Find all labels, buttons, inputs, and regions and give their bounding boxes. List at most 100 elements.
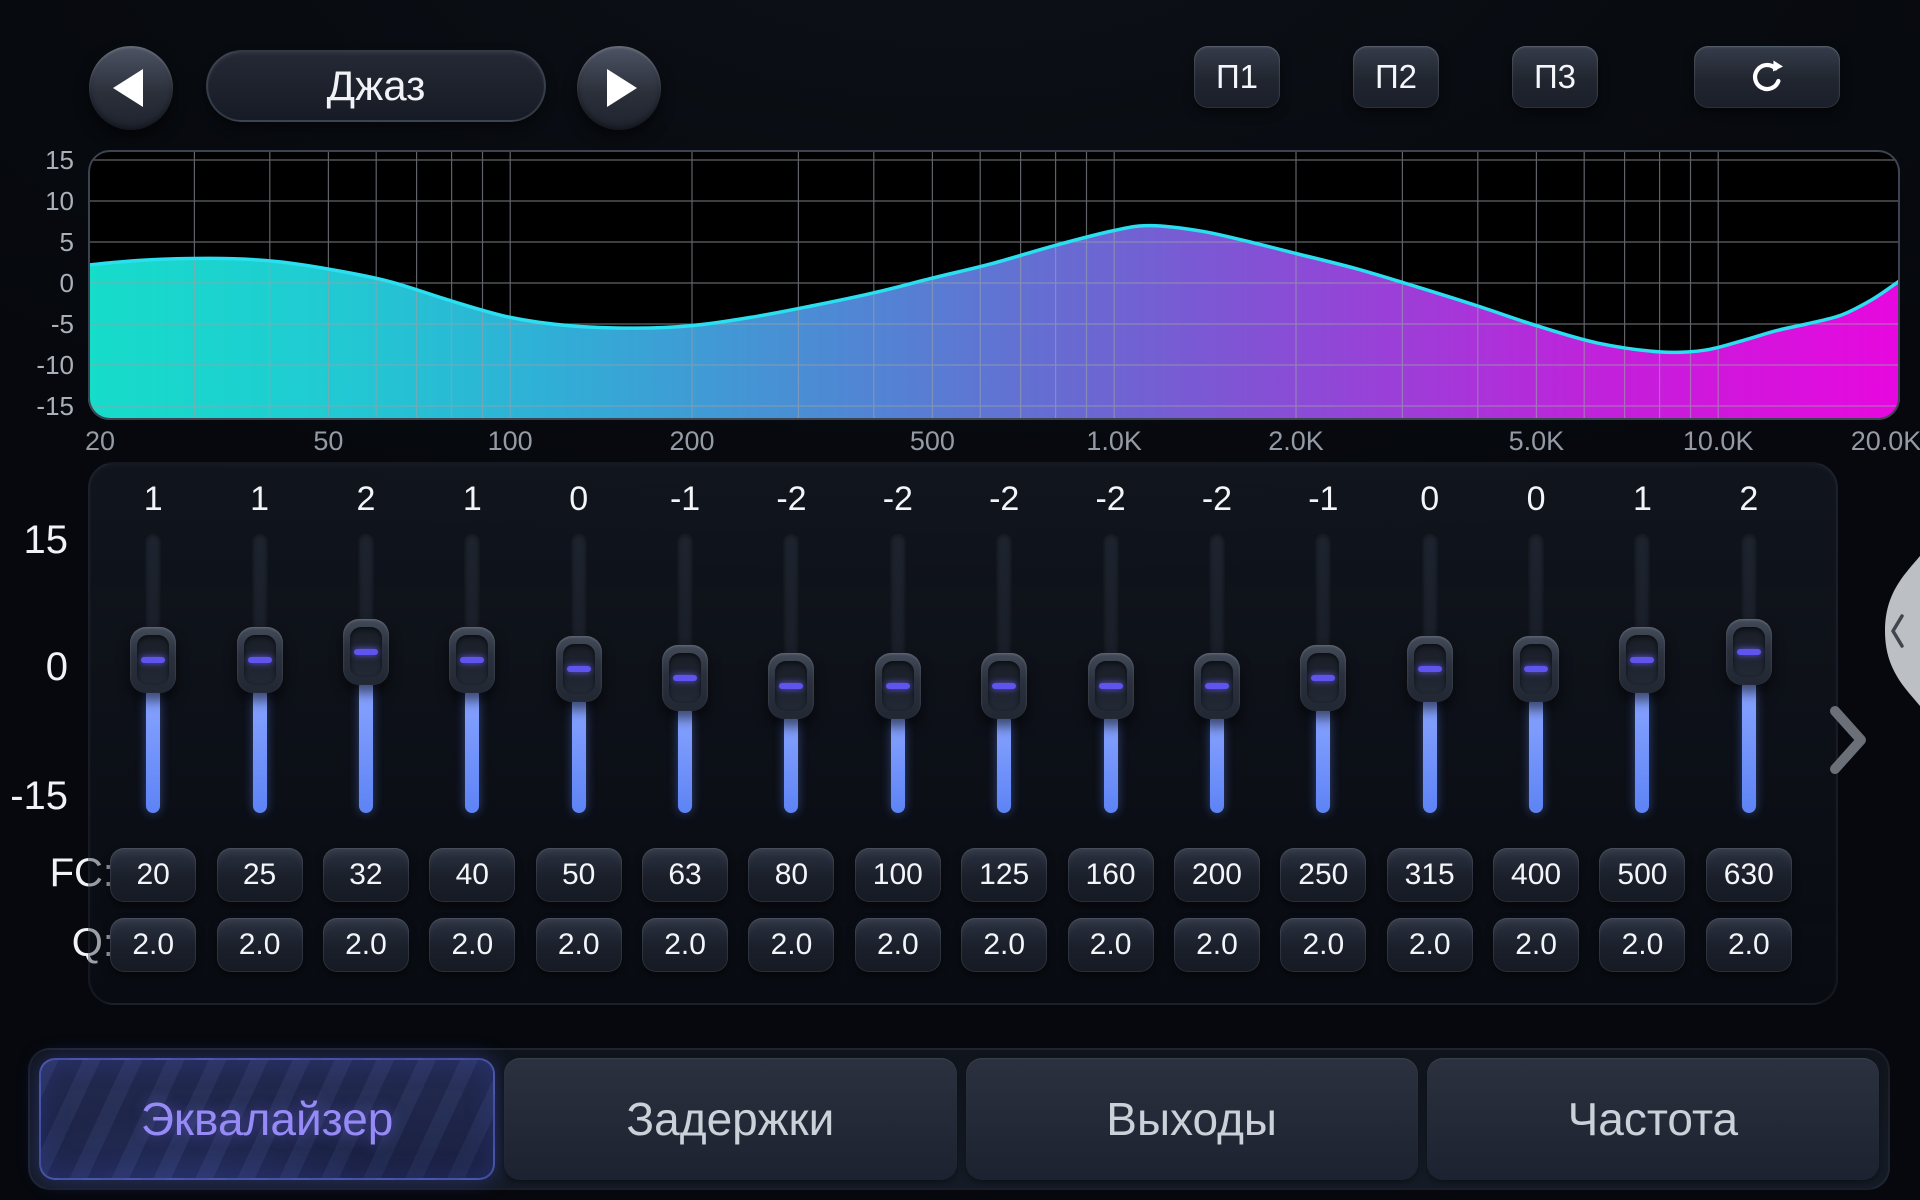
band-column-32: 2 32 2.0 (313, 464, 419, 1003)
q-value-button[interactable]: 2.0 (110, 918, 196, 972)
q-value-button[interactable]: 2.0 (961, 918, 1047, 972)
handle-dash-icon (1737, 649, 1761, 655)
q-value-button[interactable]: 2.0 (642, 918, 728, 972)
slider-handle[interactable] (1513, 636, 1559, 702)
x-axis-tick: 50 (258, 426, 398, 457)
fc-value-button[interactable]: 32 (323, 848, 409, 902)
next-preset-button[interactable] (577, 46, 661, 130)
q-value-button[interactable]: 2.0 (1493, 918, 1579, 972)
band-gain-value: -2 (1202, 478, 1232, 520)
q-value-button[interactable]: 2.0 (1599, 918, 1685, 972)
band-gain-slider[interactable] (845, 534, 951, 814)
slider-handle[interactable] (130, 627, 176, 693)
band-gain-slider[interactable] (1589, 534, 1695, 814)
slider-handle[interactable] (981, 653, 1027, 719)
fc-value-button[interactable]: 25 (217, 848, 303, 902)
fc-value-button[interactable]: 160 (1068, 848, 1154, 902)
fc-value-button[interactable]: 80 (748, 848, 834, 902)
y-axis-tick: 10 (0, 188, 74, 214)
q-value-button[interactable]: 2.0 (536, 918, 622, 972)
band-column-80: -2802.0 (738, 464, 844, 1003)
handle-dash-icon (886, 683, 910, 689)
fc-value-button[interactable]: 200 (1174, 848, 1260, 902)
q-value-button[interactable]: 2.0 (1174, 918, 1260, 972)
slider-handle[interactable] (1407, 636, 1453, 702)
slider-handle[interactable] (449, 627, 495, 693)
band-gain-value: 2 (356, 478, 375, 520)
fc-value-button[interactable]: 500 (1599, 848, 1685, 902)
band-gain-slider[interactable] (313, 534, 419, 814)
memory-preset-button-1[interactable]: П1 (1194, 46, 1280, 108)
q-value-button[interactable]: 2.0 (1280, 918, 1366, 972)
slider-handle[interactable] (1300, 645, 1346, 711)
slider-handle[interactable] (1194, 653, 1240, 719)
band-gain-slider[interactable] (1057, 534, 1163, 814)
fc-value-button[interactable]: 250 (1280, 848, 1366, 902)
band-gain-slider[interactable] (1270, 534, 1376, 814)
slider-fill (1316, 706, 1330, 813)
fc-value-button[interactable]: 50 (536, 848, 622, 902)
q-value-button[interactable]: 2.0 (429, 918, 515, 972)
fc-value-button[interactable]: 630 (1706, 848, 1792, 902)
band-gain-slider[interactable] (632, 534, 738, 814)
q-value-button[interactable]: 2.0 (748, 918, 834, 972)
band-gain-slider[interactable] (1377, 534, 1483, 814)
band-column-250: -1 250 2.0 (1270, 464, 1376, 1003)
q-value-button[interactable]: 2.0 (217, 918, 303, 972)
reset-button[interactable] (1694, 46, 1840, 108)
q-value-button[interactable]: 2.0 (323, 918, 409, 972)
slider-fill (678, 706, 692, 813)
slider-handle[interactable] (662, 645, 708, 711)
fc-value-button[interactable]: 20 (110, 848, 196, 902)
fc-value-button[interactable]: 40 (429, 848, 515, 902)
slider-handle[interactable] (237, 627, 283, 693)
slider-handle[interactable] (1619, 627, 1665, 693)
x-axis-tick: 20.0K (1816, 426, 1920, 457)
preset-name: Джаз (327, 62, 426, 110)
q-value-button[interactable]: 2.0 (855, 918, 941, 972)
side-drawer-handle[interactable] (1874, 556, 1920, 706)
band-gain-slider[interactable] (100, 534, 206, 814)
band-gain-slider[interactable] (951, 534, 1057, 814)
band-column-125: -21252.0 (951, 464, 1057, 1003)
tab-frequency[interactable]: Частота (1427, 1058, 1879, 1180)
slider-handle[interactable] (875, 653, 921, 719)
q-value-button[interactable]: 2.0 (1387, 918, 1473, 972)
next-bands-button[interactable] (1822, 700, 1874, 780)
q-value-button[interactable]: 2.0 (1068, 918, 1154, 972)
slider-handle[interactable] (1726, 619, 1772, 685)
preset-display[interactable]: Джаз (206, 50, 546, 122)
band-gain-slider[interactable] (526, 534, 632, 814)
tab-delays[interactable]: Задержки (504, 1058, 956, 1180)
band-gain-slider[interactable] (1164, 534, 1270, 814)
slider-handle[interactable] (343, 619, 389, 685)
y-axis-tick: 0 (0, 270, 74, 296)
fc-value-button[interactable]: 63 (642, 848, 728, 902)
x-axis-tick: 1.0K (1044, 426, 1184, 457)
band-gain-slider[interactable] (738, 534, 844, 814)
tab-outputs[interactable]: Выходы (966, 1058, 1418, 1180)
band-gain-slider[interactable] (419, 534, 525, 814)
prev-preset-button[interactable] (89, 46, 173, 130)
band-column-25: 1252.0 (206, 464, 312, 1003)
memory-preset-button-3[interactable]: П3 (1512, 46, 1598, 108)
handle-dash-icon (992, 683, 1016, 689)
tab-equalizer[interactable]: Эквалайзер (39, 1058, 495, 1180)
memory-preset-button-2[interactable]: П2 (1353, 46, 1439, 108)
band-column-500: 15002.0 (1589, 464, 1695, 1003)
slider-handle[interactable] (556, 636, 602, 702)
slider-handle[interactable] (1088, 653, 1134, 719)
fc-value-button[interactable]: 400 (1493, 848, 1579, 902)
band-gain-slider[interactable] (1483, 534, 1589, 814)
fc-value-button[interactable]: 315 (1387, 848, 1473, 902)
slider-handle[interactable] (768, 653, 814, 719)
band-gain-value: 1 (463, 478, 482, 520)
band-gain-value: -1 (1308, 478, 1338, 520)
fc-value-button[interactable]: 125 (961, 848, 1047, 902)
band-gain-slider[interactable] (206, 534, 312, 814)
x-axis-tick: 500 (862, 426, 1002, 457)
band-gain-slider[interactable] (1696, 534, 1802, 814)
fc-value-button[interactable]: 100 (855, 848, 941, 902)
q-value-button[interactable]: 2.0 (1706, 918, 1792, 972)
reset-icon (1748, 58, 1786, 96)
